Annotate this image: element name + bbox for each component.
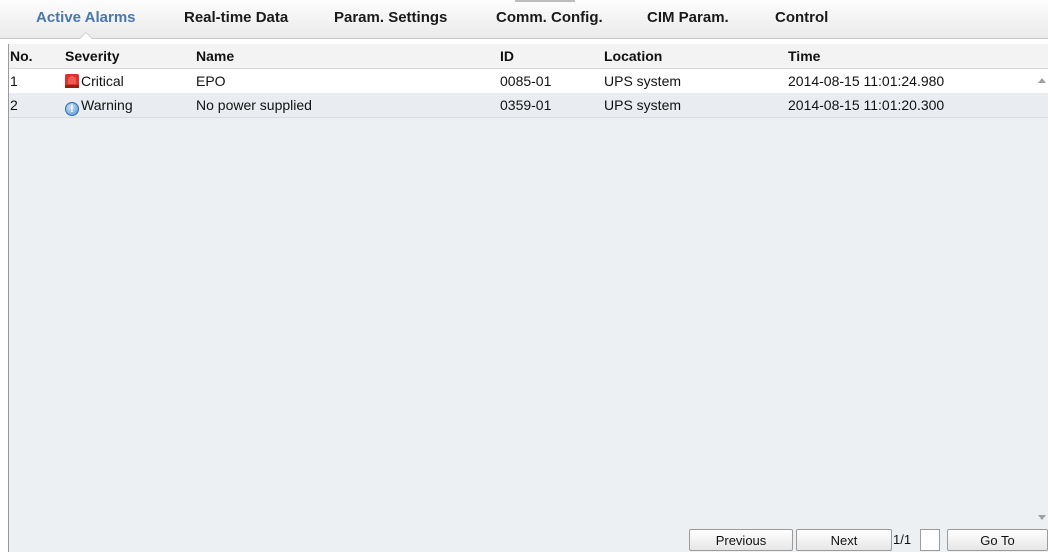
tab-real-time-data[interactable]: Real-time Data — [184, 0, 288, 38]
column-header-time[interactable]: Time — [788, 44, 820, 68]
page-count: 1/1 — [893, 532, 912, 547]
column-header-id[interactable]: ID — [500, 44, 514, 68]
column-header-name[interactable]: Name — [196, 44, 234, 68]
vertical-scrollbar[interactable] — [1034, 69, 1048, 529]
tab-active-alarms[interactable]: Active Alarms — [36, 0, 136, 39]
cell-name: EPO — [196, 73, 226, 89]
column-header-location[interactable]: Location — [604, 44, 662, 68]
tab-label: Param. Settings — [334, 9, 448, 26]
cell-severity: ! Warning — [65, 93, 133, 117]
cell-time: 2014-08-15 11:01:20.300 — [788, 97, 945, 113]
tab-label: CIM Param. — [647, 9, 729, 26]
table-header: No. Severity Name ID Location Time — [9, 44, 1048, 69]
cell-severity: Critical — [65, 69, 124, 93]
next-page-button[interactable]: Next — [796, 529, 892, 551]
tab-control[interactable]: Control — [775, 0, 828, 38]
alarm-table: No. Severity Name ID Location Time 1 Cri… — [8, 44, 1048, 552]
tab-label: Real-time Data — [184, 9, 289, 26]
cell-id: 0359-01 — [500, 97, 552, 113]
previous-page-button[interactable]: Previous — [689, 529, 793, 551]
tab-label: Control — [775, 9, 829, 26]
cell-name: No power supplied — [196, 97, 312, 113]
cell-no: 2 — [10, 97, 18, 113]
table-row[interactable]: 1 Critical EPO 0085-01 UPS system 2014-0… — [9, 69, 1048, 93]
active-tab-pointer-icon — [78, 32, 93, 39]
scroll-down-arrow-icon[interactable] — [1038, 515, 1046, 520]
table-row[interactable]: 2 ! Warning No power supplied 0359-01 UPS… — [9, 93, 1048, 118]
tab-param-settings[interactable]: Param. Settings — [334, 0, 447, 38]
severity-label: Warning — [81, 97, 133, 113]
critical-alarm-icon — [65, 74, 79, 88]
tab-cim-param[interactable]: CIM Param. — [647, 0, 729, 38]
tab-label: Active Alarms — [36, 9, 136, 26]
warning-alarm-icon: ! — [65, 102, 79, 116]
tab-bar: Active Alarms Real-time Data Param. Sett… — [0, 0, 1048, 39]
severity-label: Critical — [81, 73, 124, 89]
column-header-severity[interactable]: Severity — [65, 44, 119, 68]
cell-time: 2014-08-15 11:01:24.980 — [788, 73, 945, 89]
page-number-input[interactable] — [920, 529, 940, 551]
cell-no: 1 — [10, 73, 18, 89]
column-header-no[interactable]: No. — [10, 44, 33, 68]
scroll-up-arrow-icon[interactable] — [1038, 78, 1046, 83]
cell-id: 0085-01 — [500, 73, 552, 89]
cell-location: UPS system — [604, 97, 682, 113]
tab-comm-config[interactable]: Comm. Config. — [496, 0, 603, 38]
cell-location: UPS system — [604, 73, 682, 89]
go-to-page-button[interactable]: Go To — [947, 529, 1048, 551]
tab-label: Comm. Config. — [496, 9, 603, 26]
